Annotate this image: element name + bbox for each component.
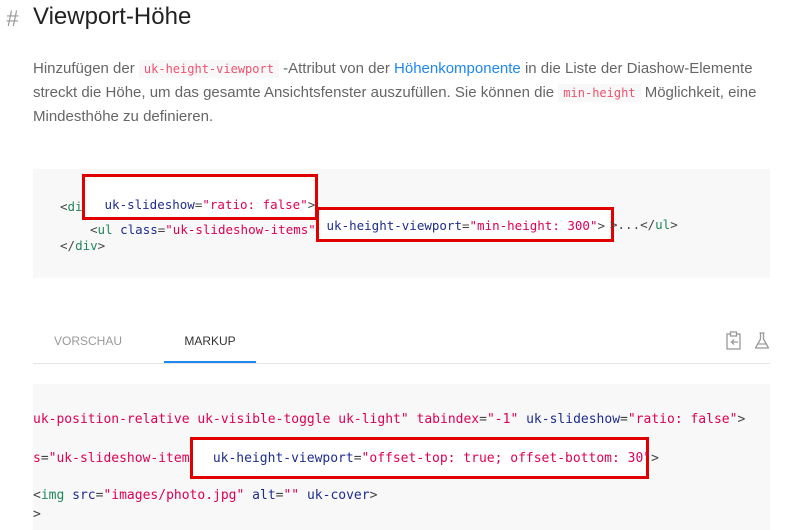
code-line: uk-slideshow="ratio: false"> (97, 197, 316, 212)
inline-code: min-height (558, 84, 641, 102)
code-line: >...</ul> (610, 217, 678, 232)
code-line: </div> (60, 238, 106, 253)
tab-bar: Vorschau Markup (33, 322, 770, 364)
code-line: uk-height-viewport="offset-top: true; of… (205, 451, 659, 466)
tab-markup[interactable]: Markup (164, 322, 256, 363)
code-line: <ul class="uk-slideshow-items" (90, 222, 316, 237)
text: -Attribut von der (278, 60, 395, 77)
code-line: s="uk-slideshow-items" (33, 451, 206, 466)
page-title: Viewport-Höhe (33, 3, 192, 30)
description-paragraph: Hinzufügen der uk-height-viewport -Attri… (33, 57, 768, 129)
anchor-hash[interactable]: # (6, 6, 18, 32)
code-line: uk-height-viewport="min-height: 300"> (319, 218, 605, 233)
tab-preview[interactable]: Vorschau (54, 322, 122, 363)
height-component-link[interactable]: Höhenkomponente (394, 60, 521, 77)
code-line: <img src="images/photo.jpg" alt="" uk-co… (33, 488, 378, 503)
code-line: uk-position-relative uk-visible-toggle u… (33, 412, 746, 427)
code-line: > (33, 507, 41, 522)
inline-code: uk-height-viewport (138, 60, 279, 78)
flask-icon[interactable] (753, 331, 771, 351)
clipboard-icon[interactable] (725, 331, 743, 351)
highlight-box-offset: uk-height-viewport="offset-top: true; of… (190, 437, 659, 479)
highlight-box-slideshow: uk-slideshow="ratio: false"> (82, 174, 318, 220)
text: Hinzufügen der (33, 60, 139, 77)
highlight-box-height-viewport: uk-height-viewport="min-height: 300"> (316, 207, 614, 242)
